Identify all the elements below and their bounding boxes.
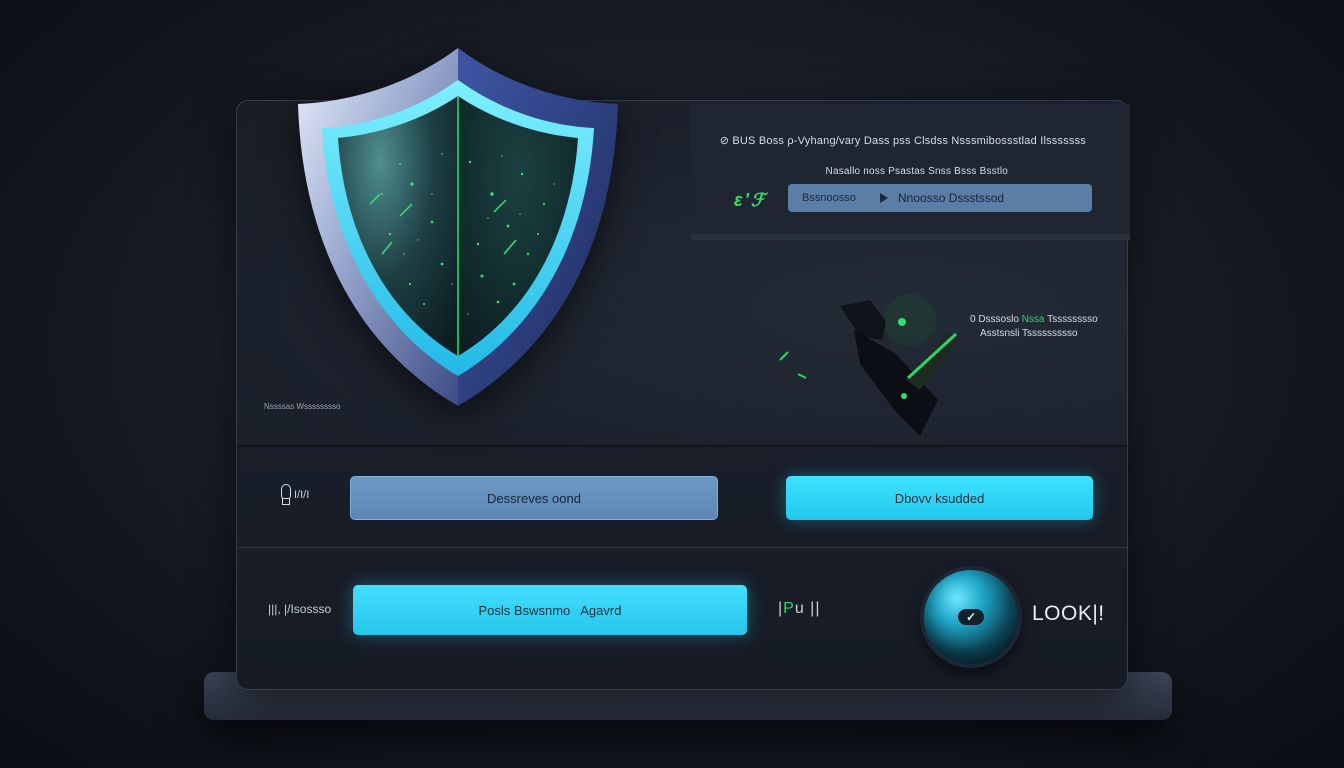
arm-detail-label: Asstsnsli Tssssssssso <box>980 328 1078 339</box>
shield-icon <box>292 44 628 410</box>
row1-left-button[interactable]: Dessreves oond <box>350 476 718 520</box>
info-bar[interactable]: Bssnoosso Nnoosso Dssstssod <box>788 184 1092 212</box>
arm-status-label: 0 Dsssoslo Nssa Tsssssssso <box>970 314 1098 325</box>
row1-right-button[interactable]: Dbovv ksudded <box>786 476 1093 520</box>
arm-status-prefix: 0 Dsssoslo <box>970 314 1019 325</box>
info-line-primary: ⊘ BUS Boss ρ-Vyhang/vary Dass pss Clsdss… <box>719 135 1086 147</box>
play-icon <box>880 193 888 203</box>
row1-icon-text: I/I/I <box>294 489 310 501</box>
arm-status-suffix: Tsssssssso <box>1047 314 1098 325</box>
row2-button-right-text: Agavrd <box>580 602 622 618</box>
row2-button-left-text: Posls Bswsnmo <box>478 602 571 618</box>
arm-status-highlight: Nssa <box>1021 314 1045 325</box>
row1-label: I/I/I <box>280 484 309 506</box>
row2-mid-glyph: |Pu || <box>778 600 820 618</box>
info-bar-label: Bssnoosso <box>802 192 856 204</box>
status-indicator: ɛ'ℱ <box>734 190 768 210</box>
lock-orb-button[interactable]: ✓ <box>924 570 1018 664</box>
system-info-block: ⊘ BUS Boss ρ-Vyhang/vary Dass pss Clsdss… <box>690 104 1130 240</box>
row-divider <box>237 547 1127 548</box>
row2-action-button[interactable]: Posls Bswsnmo Agavrd <box>353 585 747 635</box>
robot-arm-icon <box>770 270 970 450</box>
info-line-secondary: Nasallo noss Psastas Snss Bsss Bsstlo <box>825 166 1008 177</box>
security-dashboard: ⊘ BUS Boss ρ-Vyhang/vary Dass pss Clsdss… <box>0 0 1344 768</box>
row2-label: |||, |/Isossso <box>268 602 332 616</box>
lock-label: LOOK|! <box>1032 602 1105 625</box>
mid-glyph-green: P <box>783 600 795 617</box>
info-bar-value: Nnoosso Dssstssod <box>898 191 1005 205</box>
bulb-icon <box>280 484 291 506</box>
mid-glyph-right: u || <box>794 600 821 617</box>
check-icon: ✓ <box>958 609 984 625</box>
hero-caption: Nssssas Wsssssssso <box>264 402 341 411</box>
hero-divider <box>237 445 1127 447</box>
